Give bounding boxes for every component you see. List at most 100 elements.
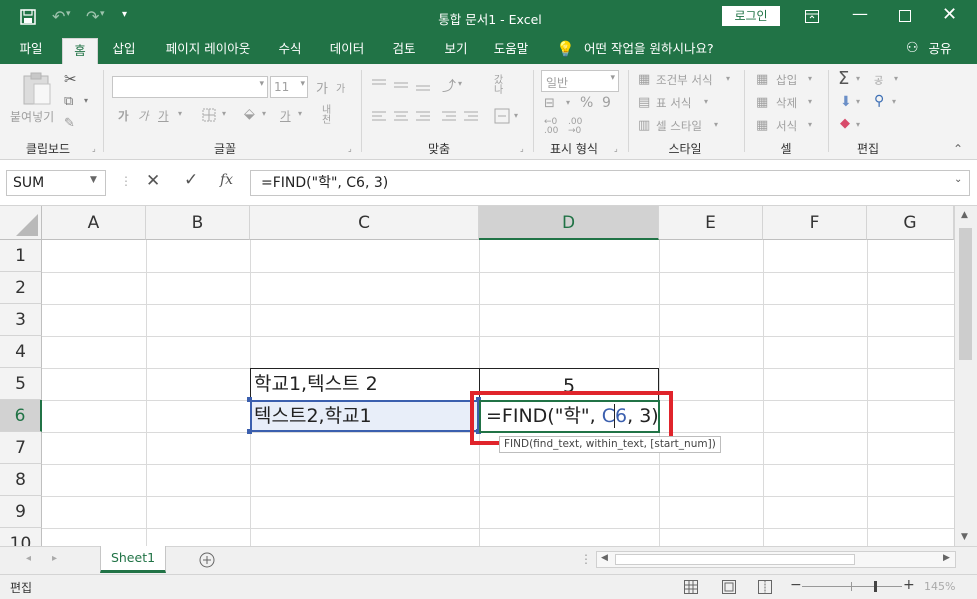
- conditional-formatting-button[interactable]: 조건부 서식: [656, 72, 713, 88]
- comma-style-icon[interactable]: 9: [602, 95, 611, 111]
- percent-style-icon[interactable]: %: [580, 95, 593, 111]
- page-layout-view-icon[interactable]: [722, 580, 736, 594]
- row-header-1[interactable]: 1: [0, 240, 42, 272]
- wrap-text-icon[interactable]: 갔나: [494, 76, 510, 96]
- delete-dropdown-icon[interactable]: ▾: [808, 97, 812, 106]
- increase-decimal-icon[interactable]: ←0 .00: [544, 118, 562, 136]
- row-header-2[interactable]: 2: [0, 272, 42, 304]
- zoom-out-icon[interactable]: −: [790, 577, 802, 593]
- format-as-table-button[interactable]: 표 서식: [656, 95, 691, 111]
- autosum-dropdown-icon[interactable]: ▾: [856, 74, 860, 83]
- zoom-level[interactable]: 145%: [924, 580, 955, 593]
- number-launcher-icon[interactable]: ⌟: [614, 144, 618, 153]
- merge-center-icon[interactable]: [494, 108, 510, 124]
- horizontal-align-icons[interactable]: [372, 110, 502, 124]
- format-dropdown-icon[interactable]: ▾: [808, 120, 812, 129]
- orientation-dropdown-icon[interactable]: ▾: [458, 79, 462, 88]
- name-box-dropdown-icon[interactable]: ▼: [90, 175, 97, 185]
- scroll-thumb[interactable]: [959, 228, 972, 360]
- reference-handle[interactable]: [247, 429, 252, 434]
- cell-styles-dropdown-icon[interactable]: ▾: [714, 120, 718, 129]
- split-grip-icon[interactable]: ⋮: [580, 552, 592, 566]
- tab-file[interactable]: 파일: [10, 34, 52, 64]
- close-icon[interactable]: ✕: [942, 4, 957, 25]
- fill-color-dropdown-icon[interactable]: ▾: [262, 109, 266, 118]
- copy-icon[interactable]: ⧉: [64, 94, 73, 109]
- row-header-9[interactable]: 9: [0, 496, 42, 528]
- scroll-right-icon[interactable]: ▶: [943, 553, 950, 563]
- formula-input[interactable]: =FIND("학", C6, 3): [250, 170, 970, 196]
- zoom-slider[interactable]: [802, 586, 902, 587]
- tab-formulas[interactable]: 수식: [272, 34, 308, 64]
- prev-sheet-icon[interactable]: ◂: [26, 553, 31, 564]
- fill-color-icon[interactable]: ⬙: [244, 106, 255, 122]
- font-color-icon[interactable]: 가: [280, 108, 291, 124]
- column-header-b[interactable]: B: [146, 206, 250, 240]
- merge-dropdown-icon[interactable]: ▾: [514, 111, 518, 120]
- font-size-combo[interactable]: 11 ▾: [270, 76, 308, 98]
- scroll-up-icon[interactable]: ▲: [961, 210, 968, 220]
- tab-data[interactable]: 데이터: [324, 34, 370, 64]
- phonetic-guide-icon[interactable]: 내천: [322, 106, 340, 126]
- tell-me-search[interactable]: 어떤 작업을 원하시나요?: [584, 34, 724, 64]
- column-header-e[interactable]: E: [659, 206, 763, 240]
- add-sheet-icon[interactable]: [199, 552, 215, 568]
- delete-cells-icon[interactable]: ▦: [756, 95, 768, 110]
- underline-icon[interactable]: 가: [158, 108, 169, 124]
- number-format-combo[interactable]: 일반 ▾: [541, 70, 619, 92]
- cell-styles-button[interactable]: 셀 스타일: [656, 118, 702, 134]
- cancel-icon[interactable]: ✕: [146, 171, 160, 191]
- vertical-align-icons[interactable]: [372, 78, 438, 92]
- scroll-down-icon[interactable]: ▼: [961, 532, 968, 542]
- paste-icon[interactable]: [20, 72, 54, 106]
- column-header-g[interactable]: G: [867, 206, 954, 240]
- customize-qat-icon[interactable]: ▾: [122, 9, 127, 20]
- page-break-view-icon[interactable]: [758, 580, 772, 594]
- horizontal-scrollbar[interactable]: ◀ ▶: [596, 551, 956, 568]
- next-sheet-icon[interactable]: ▸: [52, 553, 57, 564]
- tab-help[interactable]: 도움말: [488, 34, 534, 64]
- row-header-5[interactable]: 5: [0, 368, 42, 400]
- share-icon[interactable]: ⚇: [906, 40, 919, 56]
- normal-view-icon[interactable]: [684, 580, 698, 594]
- paste-label[interactable]: 붙여넣기: [10, 108, 54, 125]
- font-name-combo[interactable]: ▾: [112, 76, 268, 98]
- find-dropdown-icon[interactable]: ▾: [892, 97, 896, 106]
- insert-cells-icon[interactable]: ▦: [756, 72, 768, 87]
- format-as-table-icon[interactable]: ▤: [638, 95, 650, 110]
- borders-icon[interactable]: [202, 108, 216, 122]
- zoom-in-icon[interactable]: +: [903, 577, 915, 593]
- accounting-dropdown-icon[interactable]: ▾: [566, 98, 570, 107]
- tab-view[interactable]: 보기: [438, 34, 474, 64]
- tab-review[interactable]: 검토: [386, 34, 422, 64]
- cell-c5[interactable]: 학교1,텍스트 2: [254, 368, 378, 400]
- cell-c6[interactable]: 텍스트2,학교1: [254, 400, 372, 432]
- row-header-10[interactable]: 10: [0, 528, 42, 546]
- sort-dropdown-icon[interactable]: ▾: [894, 74, 898, 83]
- fill-dropdown-icon[interactable]: ▾: [856, 97, 860, 106]
- font-launcher-icon[interactable]: ⌟: [348, 144, 352, 153]
- zoom-slider-thumb[interactable]: [874, 581, 877, 592]
- maximize-icon[interactable]: [899, 10, 911, 22]
- clear-dropdown-icon[interactable]: ▾: [856, 120, 860, 129]
- tab-page-layout[interactable]: 페이지 레이아웃: [158, 34, 258, 64]
- row-header-4[interactable]: 4: [0, 336, 42, 368]
- row-header-6[interactable]: 6: [0, 400, 42, 432]
- accounting-format-icon[interactable]: ⊟: [544, 96, 555, 111]
- underline-dropdown-icon[interactable]: ▾: [178, 109, 182, 118]
- row-header-3[interactable]: 3: [0, 304, 42, 336]
- column-header-a[interactable]: A: [42, 206, 146, 240]
- vertical-scrollbar[interactable]: ▲ ▼: [954, 206, 977, 546]
- redo-dropdown-icon[interactable]: ▾: [100, 9, 105, 19]
- column-header-f[interactable]: F: [763, 206, 867, 240]
- decrease-decimal-icon[interactable]: .00 →0: [568, 118, 586, 136]
- fill-icon[interactable]: ⬇: [840, 94, 852, 110]
- insert-function-icon[interactable]: fx: [220, 172, 233, 188]
- cut-icon[interactable]: ✂: [64, 70, 77, 88]
- save-icon[interactable]: [20, 9, 36, 25]
- clipboard-launcher-icon[interactable]: ⌟: [92, 144, 96, 153]
- enter-icon[interactable]: ✓: [184, 170, 198, 190]
- reference-handle[interactable]: [247, 397, 252, 402]
- delete-cells-button[interactable]: 삭제: [776, 95, 797, 111]
- undo-dropdown-icon[interactable]: ▾: [66, 9, 71, 19]
